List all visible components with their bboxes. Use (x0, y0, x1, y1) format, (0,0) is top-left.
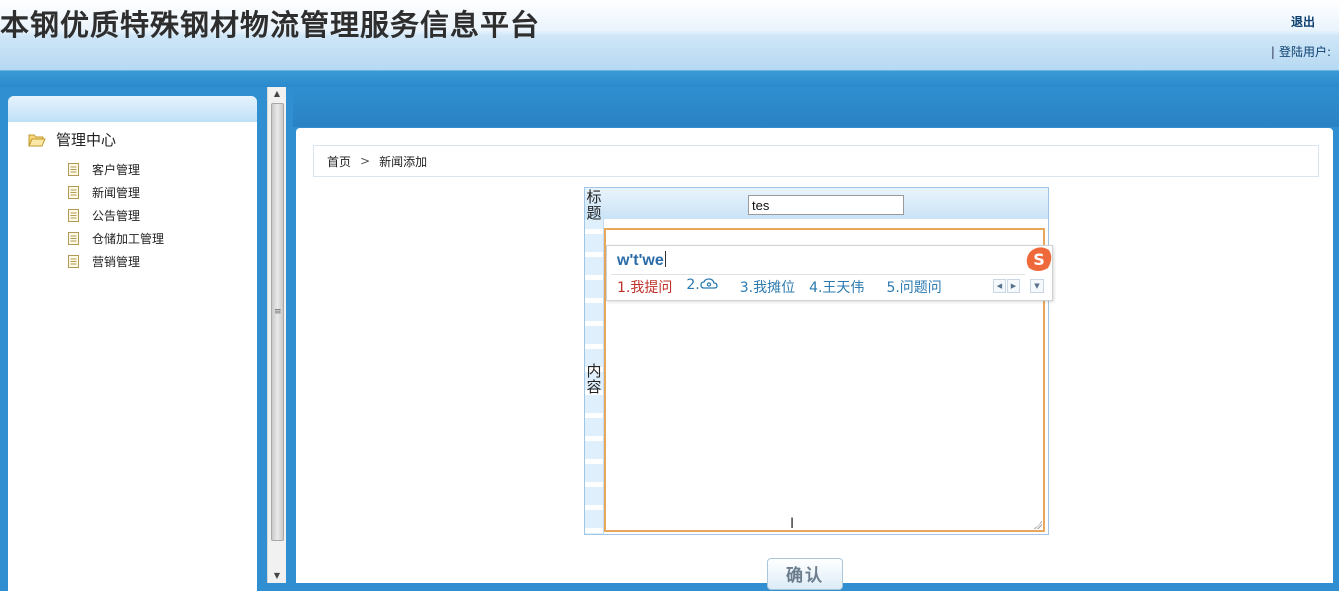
logout-link[interactable]: 退出 (1291, 13, 1315, 30)
ime-candidate-list: 1.我提问 2. 3.我摊位 4.王天伟 5.问题问 (617, 277, 956, 297)
document-icon (68, 255, 79, 268)
menu-item-marketing[interactable]: 营销管理 (68, 250, 164, 273)
app-title: 本钢优质特殊钢材物流管理服务信息平台 (0, 8, 541, 42)
breadcrumb-current: 新闻添加 (379, 154, 428, 169)
left-menu-panel: 管理中心 客户管理 新闻管理 公告管理 仓储加工管理 营销管理 (8, 96, 257, 591)
document-icon (68, 186, 79, 199)
ime-candidate[interactable]: 3.我摊位 (740, 277, 795, 297)
ime-composition-text: w't'we (617, 252, 664, 269)
menu-list: 客户管理 新闻管理 公告管理 仓储加工管理 营销管理 (68, 158, 164, 273)
user-info: | 登陆用户: (1271, 43, 1331, 60)
news-form: 标题 内容 I (584, 187, 1049, 535)
folder-open-icon (28, 134, 46, 146)
menu-item-warehouse[interactable]: 仓储加工管理 (68, 227, 164, 250)
top-header: 本钢优质特殊钢材物流管理服务信息平台 退出 | 登陆用户: (0, 0, 1339, 71)
menu-root-admin-center[interactable]: 管理中心 (28, 129, 116, 150)
ime-divider (611, 274, 1025, 275)
document-icon (68, 209, 79, 222)
menu-root-label: 管理中心 (56, 131, 117, 149)
document-icon (68, 232, 79, 245)
resize-grip-icon[interactable] (1034, 521, 1042, 529)
user-separator: | (1270, 45, 1275, 59)
scroll-up-arrow-icon[interactable]: ▲ (268, 87, 286, 101)
ime-candidate[interactable]: 1.我提问 (617, 277, 672, 297)
menu-item-label: 营销管理 (92, 255, 141, 269)
ime-candidate-window: w't'we 1.我提问 2. 3.我摊位 4.王天伟 5.问题问 ◀ ▶ ▼ … (606, 245, 1053, 301)
page-prev-icon[interactable]: ◀ (993, 279, 1006, 293)
title-label: 标题 (586, 188, 602, 222)
menu-item-news[interactable]: 新闻管理 (68, 181, 164, 204)
logged-in-user-label: 登陆用户: (1278, 45, 1331, 59)
label-column (585, 188, 604, 534)
frame-scrollbar[interactable]: ▲ ≡ ▼ (267, 87, 286, 583)
main-content: 首页 > 新闻添加 标题 内容 I 确认 (296, 128, 1333, 590)
ime-composition: w't'we (617, 251, 666, 270)
svg-text:S: S (1033, 250, 1045, 269)
right-frame-top (293, 87, 1339, 127)
breadcrumb: 首页 > 新闻添加 (313, 145, 1319, 177)
page-next-icon[interactable]: ▶ (1007, 279, 1020, 293)
menu-item-label: 公告管理 (92, 209, 141, 223)
ime-pager: ◀ ▶ (993, 279, 1021, 293)
menu-item-label: 仓储加工管理 (92, 232, 165, 246)
caret (664, 251, 666, 267)
text-cursor-icon: I (790, 516, 795, 532)
document-icon (68, 163, 79, 176)
scroll-down-arrow-icon[interactable]: ▼ (268, 569, 286, 583)
title-input[interactable] (748, 195, 904, 215)
content-label: 内容 (586, 362, 602, 396)
confirm-button[interactable]: 确认 (767, 558, 843, 590)
menu-item-customer[interactable]: 客户管理 (68, 158, 164, 181)
ime-menu-dropdown-icon[interactable]: ▼ (1030, 279, 1044, 293)
ime-candidate-number: 2. (686, 277, 700, 293)
sogou-logo-icon: S (1026, 247, 1052, 271)
ime-candidate[interactable]: 4.王天伟 (809, 277, 864, 297)
ime-candidate[interactable]: 5.问题问 (886, 277, 941, 297)
menu-item-announcement[interactable]: 公告管理 (68, 204, 164, 227)
cloud-icon (700, 278, 718, 289)
left-panel-header (8, 96, 257, 122)
menu-item-label: 客户管理 (92, 163, 141, 177)
menu-item-label: 新闻管理 (92, 186, 141, 200)
chevron-right-icon: > (360, 154, 371, 168)
ime-candidate-cloud[interactable]: 2. (686, 277, 718, 297)
breadcrumb-home[interactable]: 首页 (327, 153, 351, 170)
scrollbar-thumb[interactable] (271, 103, 284, 541)
header-band (0, 71, 1339, 87)
grip-icon: ≡ (274, 307, 282, 317)
